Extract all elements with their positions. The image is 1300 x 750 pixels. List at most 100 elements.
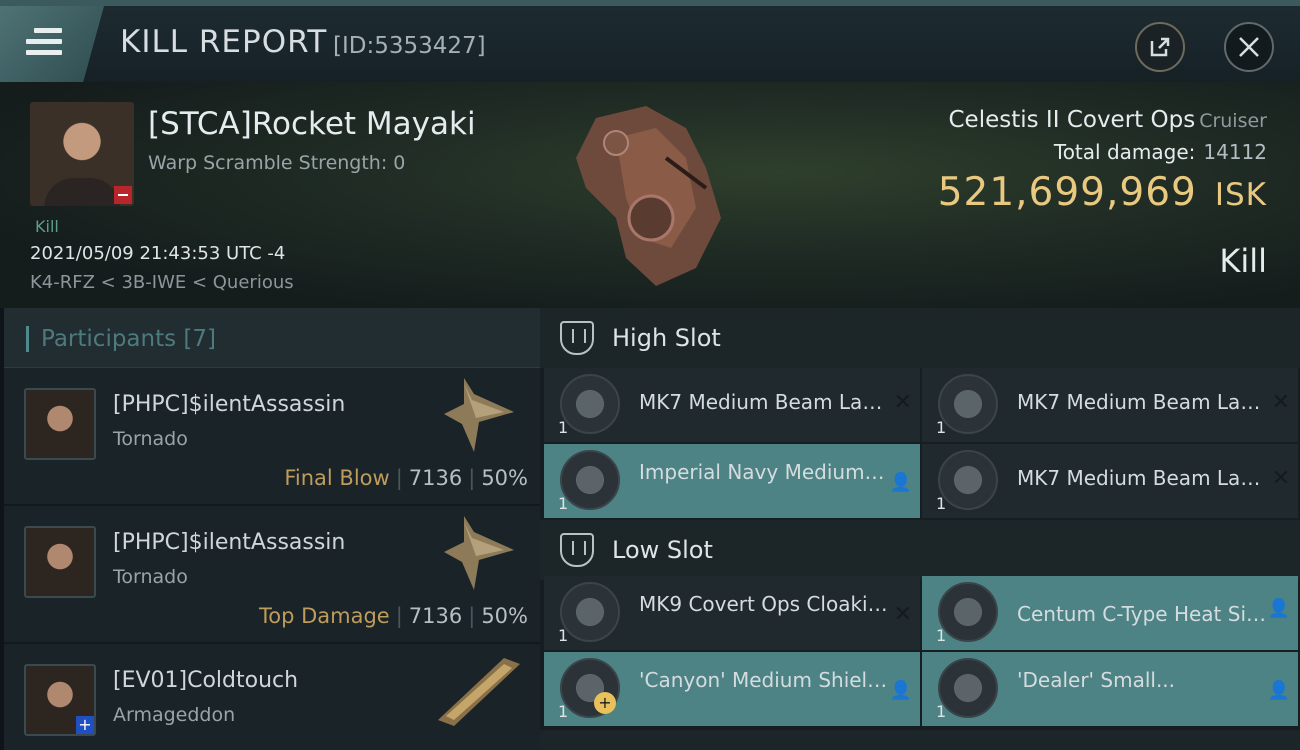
minus-badge-icon	[114, 186, 132, 204]
isk-unit: ISK	[1214, 177, 1267, 213]
isk-value: 521,699,969 ISK	[938, 170, 1267, 215]
total-damage-label: Total damage:	[1053, 140, 1196, 164]
dropped-icon: 👤	[889, 472, 912, 493]
victim-ship-image	[576, 106, 721, 286]
kill-date: 2021/05/09 21:43:53 UTC -4	[30, 243, 286, 264]
heat-sink-icon	[938, 582, 998, 642]
victim-portrait[interactable]	[30, 102, 134, 206]
low-slot-header: Low Slot	[540, 520, 1300, 580]
module-name: MK7 Medium Beam Laser	[1017, 390, 1267, 414]
module-quantity: 1	[936, 418, 947, 437]
close-icon	[1239, 37, 1259, 57]
module-slot[interactable]: + 1 'Canyon' Medium Shield... 👤	[544, 652, 920, 726]
participants-title: Participants [7]	[26, 326, 216, 352]
module-quantity: 1	[936, 702, 947, 721]
fitting-panel: High Slot 1 MK7 Medium Beam Laser ✕ 1 MK…	[540, 308, 1300, 750]
destroyed-icon: ✕	[1271, 390, 1290, 415]
top-damage-tag: Top Damage	[258, 604, 390, 628]
low-slot-label: Low Slot	[612, 536, 713, 564]
module-slot[interactable]: 1 MK7 Medium Beam Laser ✕	[922, 368, 1298, 442]
dropped-icon: 👤	[889, 680, 912, 701]
beam-laser-icon	[938, 450, 998, 510]
high-slot-label: High Slot	[612, 324, 721, 352]
kill-tag: Kill	[35, 217, 59, 236]
participants-header: Participants [7]	[4, 308, 540, 368]
participant-avatar	[24, 388, 96, 460]
report-id: [ID:5353427]	[333, 33, 486, 59]
kill-result: Kill	[1219, 242, 1267, 280]
destroyed-icon: ✕	[893, 602, 912, 627]
victim-panel: [STCA]Rocket Mayaki Warp Scramble Streng…	[0, 82, 1300, 308]
participant-ship-image	[444, 378, 514, 452]
share-icon	[1150, 37, 1170, 57]
beam-laser-icon	[938, 374, 998, 434]
victim-name[interactable]: [STCA]Rocket Mayaki	[148, 106, 476, 142]
participant-avatar	[24, 526, 96, 598]
dropped-icon: 👤	[1267, 598, 1290, 619]
participant-row[interactable]: [PHPC]$ilentAssassin Tornado Top Damage |…	[4, 506, 540, 644]
module-name: MK7 Medium Beam Laser	[639, 390, 889, 414]
participant-stats: Final Blow | 7136 | 50%	[284, 466, 528, 490]
participant-name: [PHPC]$ilentAssassin	[113, 530, 346, 555]
module-quantity: 1	[936, 494, 947, 513]
participant-ship: Tornado	[113, 566, 188, 588]
isk-amount: 521,699,969	[937, 170, 1197, 215]
module-slot[interactable]: 1 Imperial Navy Medium Bea... 👤	[544, 444, 920, 518]
participant-name: [EV01]Coldtouch	[113, 668, 299, 693]
module-quantity: 1	[558, 702, 569, 721]
high-slot-header: High Slot	[540, 308, 1300, 368]
plus-badge-icon: +	[76, 716, 94, 734]
participants-panel: Participants [7] [PHPC]$ilentAssassin To…	[4, 308, 540, 750]
kill-location-route: K4-RFZ < 3B-IWE < Querious	[30, 272, 294, 293]
ammo-icon	[938, 658, 998, 718]
header-bar: KILL REPORT [ID:5353427]	[0, 0, 1300, 82]
beam-laser-icon	[560, 374, 620, 434]
participant-damage: 7136	[408, 604, 463, 628]
participant-row[interactable]: [PHPC]$ilentAssassin Tornado Final Blow |…	[4, 368, 540, 506]
victim-ship-name[interactable]: Celestis II Covert Ops Cruiser	[949, 107, 1268, 133]
module-name: Imperial Navy Medium Bea...	[639, 460, 889, 484]
cloaking-device-icon	[560, 582, 620, 642]
ship-name-text: Celestis II Covert Ops	[948, 107, 1196, 133]
module-name: 'Dealer' Small...	[1017, 668, 1176, 692]
module-slot[interactable]: 1 MK7 Medium Beam Laser ✕	[544, 368, 920, 442]
low-slot-icon	[560, 533, 594, 567]
menu-button[interactable]	[0, 6, 104, 82]
module-name: 'Canyon' Medium Shield...	[639, 668, 889, 692]
module-name: Centum C-Type Heat Sink	[1017, 602, 1267, 626]
participant-stats: Top Damage | 7136 | 50%	[258, 604, 528, 628]
final-blow-tag: Final Blow	[284, 466, 390, 490]
participant-row[interactable]: + [EV01]Coldtouch Armageddon	[4, 644, 540, 750]
destroyed-icon: ✕	[1271, 466, 1290, 491]
module-name: MK7 Medium Beam Laser	[1017, 466, 1267, 490]
warp-scramble-strength: Warp Scramble Strength: 0	[148, 152, 406, 174]
ship-class: Cruiser	[1199, 110, 1267, 132]
participant-ship-image	[438, 658, 520, 726]
dropped-icon: 👤	[1267, 680, 1290, 701]
next-slot-header-partial	[540, 730, 1300, 750]
participant-damage: 7136	[408, 466, 463, 490]
beam-laser-icon	[560, 450, 620, 510]
participant-percent: 50%	[481, 466, 528, 490]
participant-name: [PHPC]$ilentAssassin	[113, 392, 346, 417]
participant-ship-image	[444, 516, 514, 590]
close-button[interactable]	[1224, 22, 1274, 72]
destroyed-icon: ✕	[893, 390, 912, 415]
module-quantity: 1	[558, 626, 569, 645]
share-button[interactable]	[1135, 22, 1185, 72]
high-slot-icon	[560, 321, 594, 355]
module-quantity: 1	[936, 626, 947, 645]
menu-icon	[26, 28, 62, 56]
participant-ship: Armageddon	[113, 704, 236, 726]
module-slot[interactable]: 1 MK7 Medium Beam Laser ✕	[922, 444, 1298, 518]
module-slot[interactable]: 1 'Dealer' Small... 👤	[922, 652, 1298, 726]
module-slot[interactable]: 1 Centum C-Type Heat Sink 👤	[922, 576, 1298, 650]
participant-percent: 50%	[481, 604, 528, 628]
participant-avatar: +	[24, 664, 96, 736]
module-quantity: 1	[558, 494, 569, 513]
participant-ship: Tornado	[113, 428, 188, 450]
plus-badge-icon: +	[594, 692, 616, 714]
total-damage: Total damage: 14112	[1054, 140, 1267, 164]
page-title: KILL REPORT	[120, 24, 328, 60]
module-slot[interactable]: 1 MK9 Covert Ops Cloaking... ✕	[544, 576, 920, 650]
